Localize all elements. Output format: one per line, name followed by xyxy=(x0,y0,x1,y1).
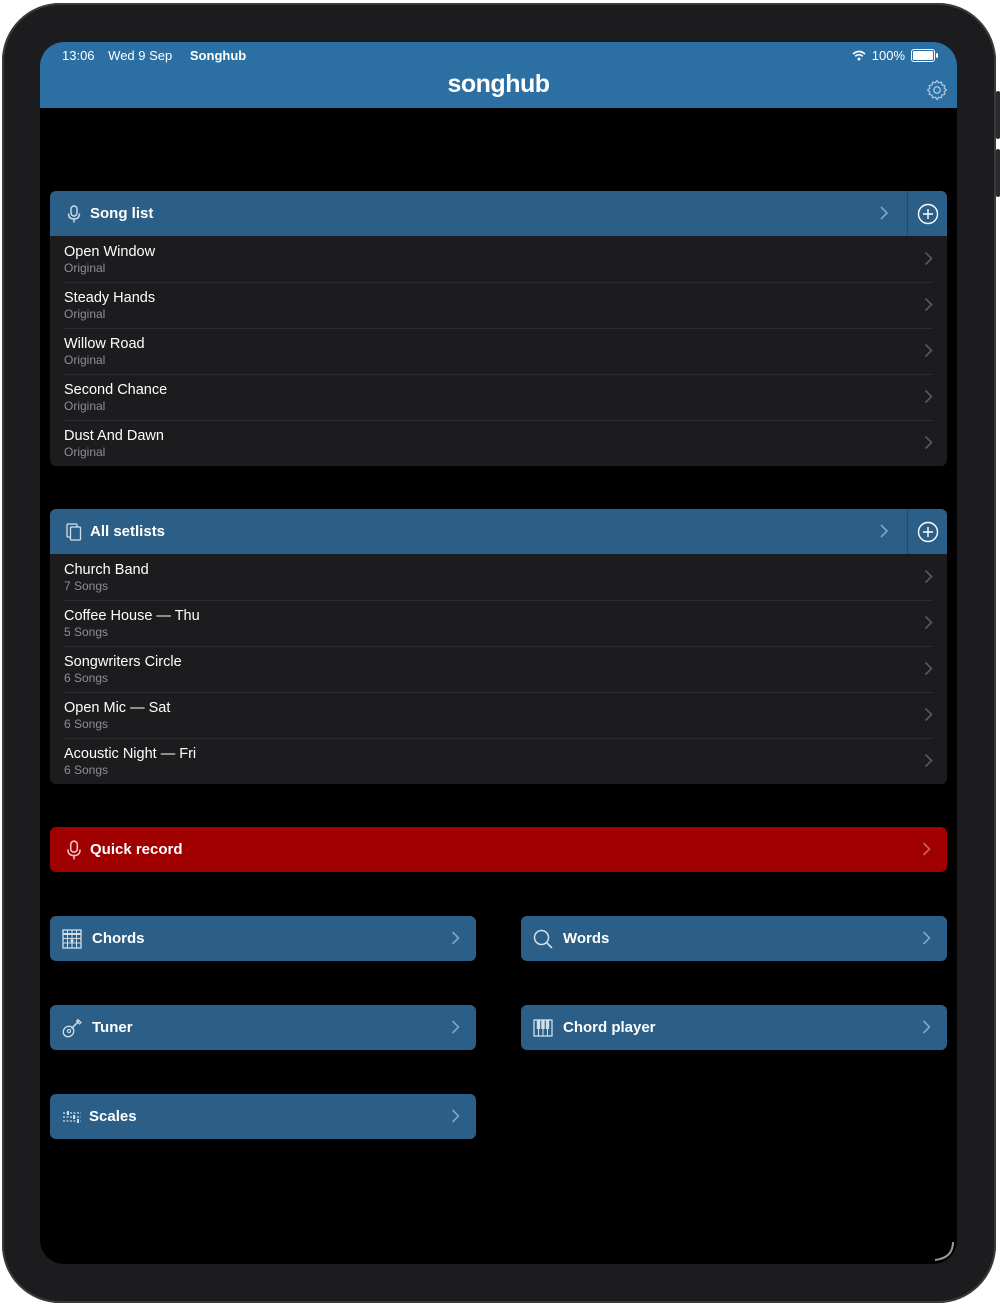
chords-label: Chords xyxy=(92,930,145,947)
scales-button[interactable]: Scales xyxy=(50,1094,476,1139)
wifi-icon xyxy=(852,50,866,61)
volume-up-button xyxy=(996,91,1000,139)
song-list-header[interactable]: Song list xyxy=(50,191,947,236)
chords-button[interactable]: Chords xyxy=(50,916,476,961)
quick-record-button[interactable]: Quick record xyxy=(50,827,947,872)
tuner-label: Tuner xyxy=(92,1019,133,1036)
piano-keys-icon xyxy=(533,1018,553,1037)
chevron-right-icon xyxy=(924,569,933,584)
song-list-section: Song list Open Window Original Steady Ha… xyxy=(50,191,947,466)
search-icon xyxy=(533,929,553,949)
setlist-count: 6 Songs xyxy=(64,717,109,731)
setlist-row[interactable]: Church Band 7 Songs xyxy=(50,554,947,600)
chevron-right-icon xyxy=(924,343,933,358)
resize-corner-icon xyxy=(934,1241,954,1261)
song-type: Original xyxy=(64,353,106,367)
setlist-row[interactable]: Open Mic — Sat 6 Songs xyxy=(50,692,947,738)
setlist-name: Open Mic — Sat xyxy=(64,700,171,716)
setlist-count: 6 Songs xyxy=(64,671,109,685)
chevron-right-icon xyxy=(924,661,933,676)
song-type: Original xyxy=(64,261,106,275)
setlist-row[interactable]: Acoustic Night — Fri 6 Songs xyxy=(50,738,947,784)
guitar-icon xyxy=(62,1018,82,1037)
song-name: Willow Road xyxy=(64,336,145,352)
song-type: Original xyxy=(64,399,106,413)
setlist-row[interactable]: Coffee House — Thu 5 Songs xyxy=(50,600,947,646)
chevron-right-icon xyxy=(924,251,933,266)
status-app-name: Songhub xyxy=(189,48,247,63)
words-button[interactable]: Words xyxy=(521,916,947,961)
chevron-right-icon xyxy=(451,1109,460,1123)
sliders-icon xyxy=(63,1110,81,1123)
chevron-right-icon xyxy=(922,1020,931,1034)
add-setlist-icon[interactable] xyxy=(917,521,939,543)
tuner-button[interactable]: Tuner xyxy=(50,1005,476,1050)
setlist-row[interactable]: Songwriters Circle 6 Songs xyxy=(50,646,947,692)
setlist-name: Church Band xyxy=(64,562,149,578)
volume-down-button xyxy=(996,149,1000,197)
song-row[interactable]: Second Chance Original xyxy=(50,374,947,420)
song-name: Second Chance xyxy=(64,382,168,398)
chevron-right-icon xyxy=(880,524,889,538)
song-row[interactable]: Dust And Dawn Original xyxy=(50,420,947,466)
song-list-title: Song list xyxy=(90,205,154,222)
chevron-right-icon xyxy=(924,297,933,312)
setlist-count: 7 Songs xyxy=(64,579,109,593)
chevron-right-icon xyxy=(451,931,460,945)
chevron-right-icon xyxy=(924,707,933,722)
top-bar: 13:06 Wed 9 Sep Songhub 100% songhub xyxy=(40,42,957,108)
setlist-count: 6 Songs xyxy=(64,763,109,777)
battery-icon xyxy=(911,49,938,62)
copy-pages-icon xyxy=(66,522,82,541)
chevron-right-icon xyxy=(924,753,933,768)
status-bar: 13:06 Wed 9 Sep Songhub 100% xyxy=(62,48,938,64)
chevron-right-icon xyxy=(880,206,889,220)
add-song-icon[interactable] xyxy=(917,203,939,225)
song-row[interactable]: Willow Road Original xyxy=(50,328,947,374)
chord-player-label: Chord player xyxy=(563,1019,656,1036)
chevron-right-icon xyxy=(451,1020,460,1034)
song-name: Open Window xyxy=(64,244,156,260)
microphone-icon xyxy=(67,839,81,859)
header-divider xyxy=(907,191,908,236)
setlist-name: Acoustic Night — Fri xyxy=(64,746,197,762)
chord-grid-icon xyxy=(62,928,82,949)
setlists-header[interactable]: All setlists xyxy=(50,509,947,554)
chevron-right-icon xyxy=(924,389,933,404)
song-row[interactable]: Steady Hands Original xyxy=(50,282,947,328)
chevron-right-icon xyxy=(924,615,933,630)
songhub-logo: songhub xyxy=(447,70,550,98)
chevron-right-icon xyxy=(922,842,931,856)
header-divider xyxy=(907,509,908,554)
scales-label: Scales xyxy=(89,1108,137,1125)
chevron-right-icon xyxy=(924,435,933,450)
microphone-icon xyxy=(67,204,81,222)
quick-record-label: Quick record xyxy=(90,841,183,858)
status-time: 13:06 xyxy=(62,48,95,63)
setlist-name: Songwriters Circle xyxy=(64,654,182,670)
song-type: Original xyxy=(64,445,106,459)
battery-percent: 100% xyxy=(871,48,905,63)
words-label: Words xyxy=(563,930,610,947)
song-row[interactable]: Open Window Original xyxy=(50,236,947,282)
setlist-name: Coffee House — Thu xyxy=(64,608,200,624)
song-type: Original xyxy=(64,307,106,321)
setlists-title: All setlists xyxy=(90,523,166,540)
song-name: Steady Hands xyxy=(64,290,156,306)
setlist-count: 5 Songs xyxy=(64,625,109,639)
song-name: Dust And Dawn xyxy=(64,428,164,444)
chord-player-button[interactable]: Chord player xyxy=(521,1005,947,1050)
settings-gear-icon[interactable] xyxy=(925,78,949,102)
setlists-section: All setlists Church Band 7 Songs Coffee … xyxy=(50,509,947,784)
screen: 13:06 Wed 9 Sep Songhub 100% songhub Son… xyxy=(40,42,957,1264)
chevron-right-icon xyxy=(922,931,931,945)
status-date: Wed 9 Sep xyxy=(108,48,173,63)
